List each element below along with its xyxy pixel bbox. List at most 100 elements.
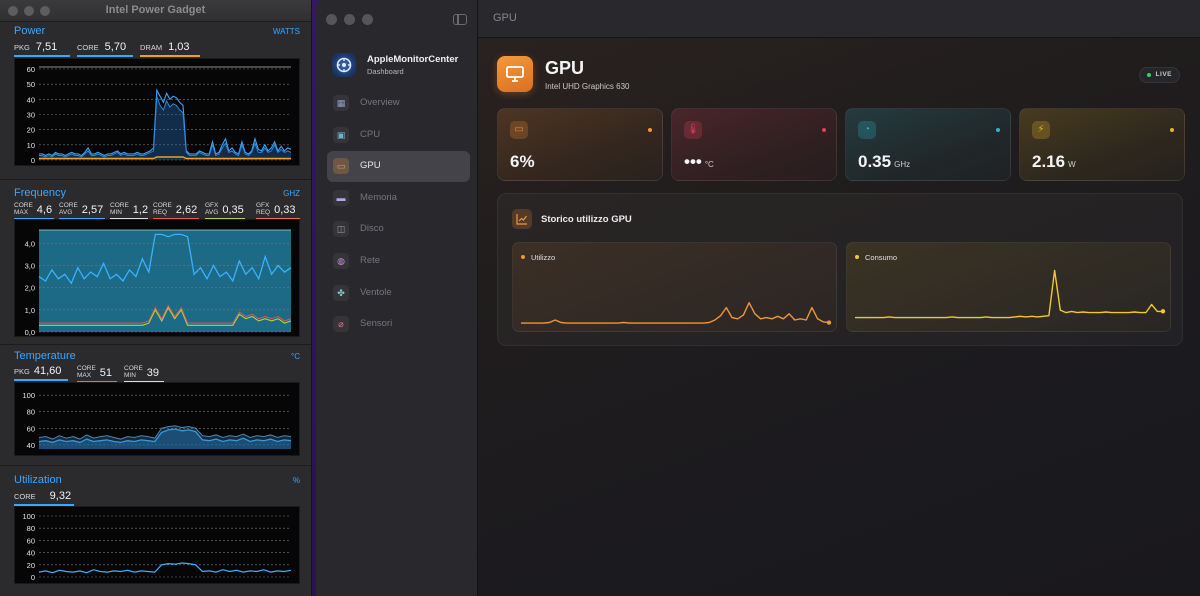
y-tick-label: 80 [27, 524, 35, 533]
history-title: Storico utilizzo GPU [541, 214, 632, 225]
utilization-core-metric: CORE 9,32 [14, 490, 74, 506]
power-section: Power WATTS PKG 7,51 CORE 5,70 DRAM 1,03 60… [0, 22, 311, 180]
globe-icon: ◍ [333, 253, 349, 269]
sidebar-item-sensori[interactable]: ⌀ Sensori [327, 309, 470, 340]
power-core-label: CORE [77, 43, 99, 52]
power-pkg-value: 7,51 [35, 41, 58, 53]
last-point-marker [826, 320, 832, 325]
power-dram-bar [140, 55, 200, 57]
y-tick-label: 40 [27, 95, 35, 104]
temperature-metric-bar [14, 379, 68, 381]
temperature-unit: °C [291, 352, 300, 361]
sidebar-item-label: Overview [360, 97, 400, 108]
status-dot [1170, 128, 1174, 132]
y-tick-label: 60 [27, 424, 35, 433]
power-pkg-metric: PKG 7,51 [14, 41, 70, 57]
ipg-window-title: Intel Power Gadget [105, 4, 206, 16]
frequency-metric-2: CORE MIN 1,2 [110, 202, 148, 220]
metric-label-top: CORE [14, 202, 33, 209]
temperature-chart: 100 80 60 40 [22, 391, 292, 450]
y-tick-label: 0,0 [25, 328, 35, 337]
temperature-title: Temperature [14, 350, 76, 362]
gpu-monitor-icon [497, 56, 533, 92]
metric-label-top: GFX [256, 202, 270, 209]
metric-label-bottom: MIN [124, 372, 136, 379]
sidebar-item-rete[interactable]: ◍ Rete [327, 246, 470, 277]
cpu-icon: ▣ [333, 126, 349, 143]
last-point-marker [1160, 309, 1166, 314]
y-tick-label: 100 [22, 391, 35, 400]
page-title: GPU [493, 12, 517, 24]
card-value-unit: GHz [894, 160, 911, 169]
sidebar-item-memoria[interactable]: ▬ Memoria [327, 183, 470, 214]
sidebar-item-cpu[interactable]: ▣ CPU [327, 120, 470, 151]
sidebar: AppleMonitorCenter Dashboard ▦ Overview ▣ C… [316, 0, 478, 596]
status-dot [822, 128, 826, 132]
y-tick-label: 80 [27, 408, 35, 417]
app-subtitle: Dashboard [367, 67, 404, 76]
frequency-metric-value: 0,33 [274, 204, 296, 216]
metric-label-bottom: MIN [110, 209, 122, 216]
power-plot: 60 50 40 30 20 10 0 [14, 58, 300, 166]
zoom-window-button[interactable] [362, 14, 373, 25]
series-line-core [38, 562, 292, 574]
power-core-bar [77, 55, 133, 57]
frequency-metric-value: 4,6 [36, 204, 53, 216]
card-value-number: ••• [684, 152, 702, 171]
gauge-icon: ◔ [858, 121, 876, 139]
y-tick-label: 20 [27, 561, 35, 570]
frequency-metric-0: CORE MAX 4,6 [14, 202, 54, 220]
y-tick-label: 1,0 [25, 306, 35, 315]
sidebar-item-label: Memoria [360, 191, 397, 203]
utilization-section: Utilization % CORE 9,32 100 80 60 40 20 0 [0, 472, 311, 594]
gpu-heading: GPU [545, 58, 585, 78]
metric-label-bottom: MAX [14, 209, 29, 216]
temperature-plot: 100 80 60 40 [14, 382, 300, 456]
sidebar-item-overview[interactable]: ▦ Overview [327, 88, 470, 119]
sidebar-toggle-icon[interactable] [453, 14, 467, 25]
sidebar-item-label: CPU [360, 128, 381, 140]
temperature-section: Temperature °C PKG 41,60 CORE MAX 51 CORE MIN 3… [0, 348, 311, 466]
utilization-core-label: CORE [14, 492, 36, 501]
y-tick-label: 30 [27, 111, 35, 120]
main-panel: GPU GPU Intel UHD Graphics 630 LIVE ▭ 6% 🌡… [478, 0, 1200, 596]
bolt-icon: ⚡ [1032, 121, 1050, 139]
sidebar-item-label: Disco [360, 223, 384, 235]
power-title: Power [14, 25, 46, 37]
frequency-metric-5: GFX REQ 0,33 [256, 202, 300, 220]
disk-icon: ◫ [333, 221, 349, 238]
toolbar: GPU [478, 0, 1200, 38]
temperature-metric-label: PKG [14, 367, 30, 376]
temperature-card: 🌡 ••• °C [671, 108, 837, 181]
power-card: ⚡ 2.16 W [1019, 108, 1185, 181]
close-window-button[interactable] [326, 14, 337, 25]
metric-label-bottom: REQ [153, 209, 168, 216]
sidebar-item-ventole[interactable]: ✤ Ventole [327, 278, 470, 309]
frequency-metric-4: GFX AVG 0,35 [205, 202, 245, 220]
frequency-metric-value: 2,62 [175, 204, 198, 216]
temperature-metric-value: 41,60 [33, 365, 62, 377]
temperature-metric-value: 51 [99, 367, 113, 379]
metric-label-top: CORE [77, 365, 96, 372]
sidebar-item-disco[interactable]: ◫ Disco [327, 214, 470, 245]
intel-power-gadget-window: Intel Power Gadget Power WATTS PKG 7,51 C… [0, 0, 312, 596]
frequency-unit: GHZ [283, 189, 300, 198]
sidebar-item-label: Rete [360, 255, 381, 266]
frequency-title: Frequency [14, 187, 66, 199]
sidebar-item-label: Sensori [360, 318, 393, 330]
sidebar-item-gpu[interactable]: ▭ GPU [327, 151, 470, 183]
y-tick-label: 60 [27, 536, 35, 545]
apple-monitor-center-window: AppleMonitorCenter Dashboard ▦ Overview ▣ C… [316, 0, 1200, 596]
temperature-metric-label: CORE MAX [77, 365, 96, 379]
power-dram-label: DRAM [140, 43, 163, 52]
metric-label-top: CORE [124, 365, 143, 372]
minimize-window-button[interactable] [344, 14, 355, 25]
frequency-metric-value: 2,57 [81, 204, 104, 216]
frequency-plot: 4,0 3,0 2,0 1,0 0,0 [14, 219, 300, 337]
temperature-metric-label: CORE MIN [124, 365, 143, 379]
y-tick-label: 40 [27, 549, 35, 558]
usage-card: ▭ 6% [497, 108, 663, 181]
status-dot [648, 128, 652, 132]
power-pkg-label: PKG [14, 43, 30, 52]
card-value-number: 6% [510, 152, 535, 171]
